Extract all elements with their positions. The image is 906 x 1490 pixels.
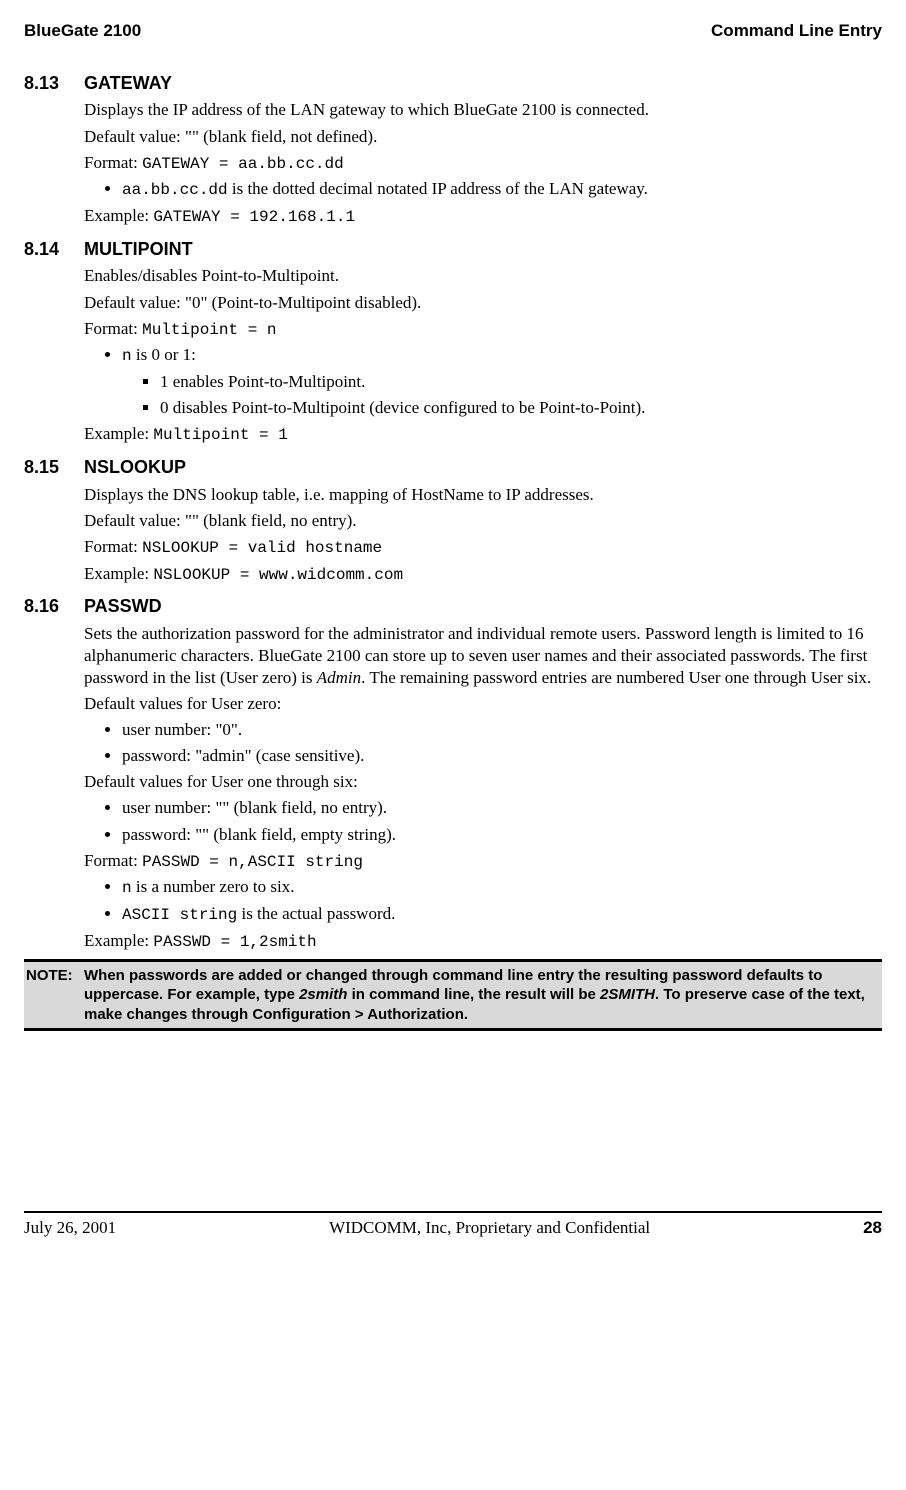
code: Multipoint = n [142, 321, 276, 339]
section-title: PASSWD [84, 595, 162, 618]
label: Format: [84, 319, 142, 338]
code: Multipoint = 1 [153, 426, 287, 444]
section-title: NSLOOKUP [84, 456, 186, 479]
text: is a number zero to six. [132, 877, 295, 896]
italic-text: Admin [317, 668, 361, 687]
para: Default value: "" (blank field, not defi… [84, 126, 882, 148]
list-item: password: "admin" (case sensitive). [122, 745, 882, 767]
list-item: user number: "0". [122, 719, 882, 741]
bullet-list: n is a number zero to six. ASCII string … [84, 876, 882, 926]
format-line: Format: NSLOOKUP = valid hostname [84, 536, 882, 559]
code: NSLOOKUP = www.widcomm.com [153, 566, 403, 584]
code: GATEWAY = aa.bb.cc.dd [142, 155, 344, 173]
list-item: n is 0 or 1: 1 enables Point-to-Multipoi… [122, 344, 882, 419]
example-line: Example: NSLOOKUP = www.widcomm.com [84, 563, 882, 586]
footer-page-number: 28 [863, 1217, 882, 1239]
label: Example: [84, 424, 153, 443]
list-item: password: "" (blank field, empty string)… [122, 824, 882, 846]
text: is 0 or 1: [132, 345, 196, 364]
page-header: BlueGate 2100 Command Line Entry [24, 20, 882, 42]
example-line: Example: PASSWD = 1,2smith [84, 930, 882, 953]
footer-center: WIDCOMM, Inc, Proprietary and Confidenti… [329, 1217, 650, 1239]
para: Default values for User zero: [84, 693, 882, 715]
para: Displays the IP address of the LAN gatew… [84, 99, 882, 121]
section-number: 8.16 [24, 595, 84, 618]
code: ASCII string [122, 906, 237, 924]
label: Format: [84, 153, 142, 172]
code: n [122, 347, 132, 365]
list-item: n is a number zero to six. [122, 876, 882, 899]
code: NSLOOKUP = valid hostname [142, 539, 382, 557]
italic-text: 2SMITH [600, 986, 655, 1003]
section-813-heading: 8.13 GATEWAY [24, 72, 882, 95]
label: Example: [84, 564, 153, 583]
para: Default values for User one through six: [84, 771, 882, 793]
bullet-list: n is 0 or 1: 1 enables Point-to-Multipoi… [84, 344, 882, 419]
format-line: Format: GATEWAY = aa.bb.cc.dd [84, 152, 882, 175]
section-number: 8.14 [24, 238, 84, 261]
label: Example: [84, 206, 153, 225]
section-title: GATEWAY [84, 72, 172, 95]
text: . The remaining password entries are num… [361, 668, 871, 687]
code: GATEWAY = 192.168.1.1 [153, 208, 355, 226]
bullet-list: aa.bb.cc.dd is the dotted decimal notate… [84, 178, 882, 201]
text: in command line, the result will be [347, 986, 600, 1003]
section-816-heading: 8.16 PASSWD [24, 595, 882, 618]
note-box: NOTE: When passwords are added or change… [24, 959, 882, 1032]
code: PASSWD = n,ASCII string [142, 853, 363, 871]
example-line: Example: Multipoint = 1 [84, 423, 882, 446]
text: is the dotted decimal notated IP address… [228, 179, 648, 198]
code: PASSWD = 1,2smith [153, 933, 316, 951]
list-item: ASCII string is the actual password. [122, 903, 882, 926]
bullet-list: user number: "" (blank field, no entry).… [84, 797, 882, 845]
label: Format: [84, 851, 142, 870]
label: Example: [84, 931, 153, 950]
section-number: 8.15 [24, 456, 84, 479]
text: is the actual password. [237, 904, 395, 923]
note-label: NOTE: [26, 966, 84, 1025]
para: Default value: "" (blank field, no entry… [84, 510, 882, 532]
footer-date: July 26, 2001 [24, 1217, 116, 1239]
list-item: 0 disables Point-to-Multipoint (device c… [160, 397, 882, 419]
header-left: BlueGate 2100 [24, 20, 141, 42]
header-right: Command Line Entry [711, 20, 882, 42]
format-line: Format: PASSWD = n,ASCII string [84, 850, 882, 873]
code: aa.bb.cc.dd [122, 181, 228, 199]
para: Sets the authorization password for the … [84, 623, 882, 689]
list-item: aa.bb.cc.dd is the dotted decimal notate… [122, 178, 882, 201]
page-footer: July 26, 2001 WIDCOMM, Inc, Proprietary … [24, 1213, 882, 1239]
section-814-heading: 8.14 MULTIPOINT [24, 238, 882, 261]
list-item: 1 enables Point-to-Multipoint. [160, 371, 882, 393]
section-number: 8.13 [24, 72, 84, 95]
italic-text: 2smith [299, 986, 347, 1003]
sub-bullet-list: 1 enables Point-to-Multipoint. 0 disable… [122, 371, 882, 419]
example-line: Example: GATEWAY = 192.168.1.1 [84, 205, 882, 228]
format-line: Format: Multipoint = n [84, 318, 882, 341]
section-815-heading: 8.15 NSLOOKUP [24, 456, 882, 479]
bullet-list: user number: "0". password: "admin" (cas… [84, 719, 882, 767]
list-item: user number: "" (blank field, no entry). [122, 797, 882, 819]
section-title: MULTIPOINT [84, 238, 193, 261]
para: Default value: "0" (Point-to-Multipoint … [84, 292, 882, 314]
label: Format: [84, 537, 142, 556]
para: Enables/disables Point-to-Multipoint. [84, 265, 882, 287]
code: n [122, 879, 132, 897]
para: Displays the DNS lookup table, i.e. mapp… [84, 484, 882, 506]
note-text: When passwords are added or changed thro… [84, 966, 880, 1025]
